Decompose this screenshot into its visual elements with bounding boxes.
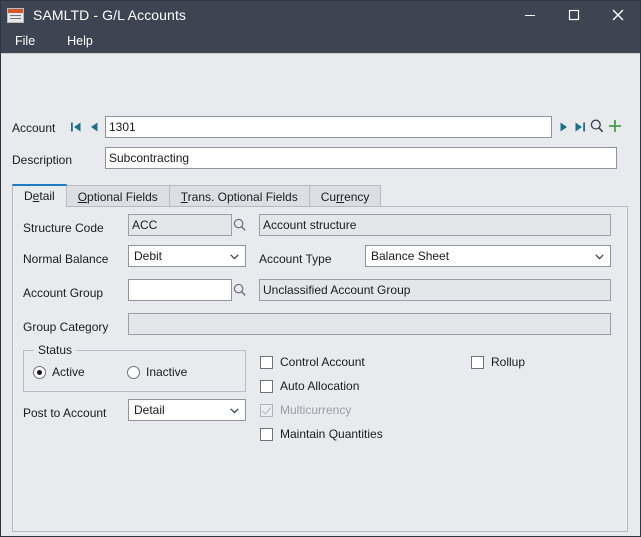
last-record-icon[interactable] xyxy=(573,117,587,137)
post-to-account-dropdown[interactable]: Detail xyxy=(128,399,246,421)
chevron-down-icon xyxy=(230,408,239,414)
normal-balance-label: Normal Balance xyxy=(23,252,109,266)
post-to-account-value: Detail xyxy=(134,403,165,417)
account-group-input[interactable] xyxy=(128,279,232,301)
tab-optional-fields[interactable]: Optional Fields xyxy=(65,185,170,207)
status-radio-inactive-label: Inactive xyxy=(146,365,188,379)
description-label: Description xyxy=(12,153,73,167)
tab-detail-label: Detail xyxy=(24,189,55,203)
checkbox-rollup-label: Rollup xyxy=(491,355,526,369)
tab-currency[interactable]: Currency xyxy=(308,185,382,207)
checkbox-control-account[interactable]: Control Account xyxy=(260,354,365,370)
client-area: Account 1301 Description Subcontracting … xyxy=(1,53,640,536)
normal-balance-value: Debit xyxy=(134,249,163,263)
gl-accounts-window: SAMLTD - G/L Accounts File Help Account … xyxy=(0,0,641,537)
checkbox-box-icon xyxy=(260,379,273,393)
tab-optional-fields-label: Optional Fields xyxy=(77,189,158,204)
first-record-icon[interactable] xyxy=(69,117,83,137)
previous-record-icon[interactable] xyxy=(87,117,101,137)
checkbox-maintain-quantities[interactable]: Maintain Quantities xyxy=(260,426,383,442)
menu-item-file[interactable]: File xyxy=(11,32,45,51)
close-button[interactable] xyxy=(596,1,640,29)
account-label: Account xyxy=(12,121,56,135)
group-category-label: Group Category xyxy=(23,320,109,334)
chevron-down-icon xyxy=(230,254,239,260)
checkbox-auto-allocation-label: Auto Allocation xyxy=(280,379,360,393)
status-radio-active-label: Active xyxy=(52,365,85,379)
window-title: SAMLTD - G/L Accounts xyxy=(33,7,187,23)
title-bar: SAMLTD - G/L Accounts xyxy=(1,1,640,29)
account-input[interactable]: 1301 xyxy=(105,116,552,138)
form-window-icon xyxy=(7,7,24,23)
new-account-plus-icon[interactable] xyxy=(607,118,625,136)
checkbox-box-icon xyxy=(260,403,273,417)
tab-trans-optional-fields-label: Trans. Optional Fields xyxy=(180,189,298,204)
structure-code-input[interactable]: ACC xyxy=(128,214,232,236)
next-record-icon[interactable] xyxy=(557,117,571,137)
radio-dot-icon xyxy=(127,365,140,379)
tab-trans-optional-fields[interactable]: Trans. Optional Fields xyxy=(168,185,310,207)
status-radio-active[interactable]: Active xyxy=(33,364,85,380)
checkbox-multicurrency: Multicurrency xyxy=(260,402,351,418)
normal-balance-dropdown[interactable]: Debit xyxy=(128,245,246,267)
account-type-label: Account Type xyxy=(259,252,332,266)
checkbox-auto-allocation[interactable]: Auto Allocation xyxy=(260,378,359,394)
maximize-button[interactable] xyxy=(552,1,596,29)
window-controls xyxy=(508,1,640,29)
menu-item-help[interactable]: Help xyxy=(63,32,103,51)
radio-dot-icon xyxy=(33,365,46,379)
checkbox-rollup[interactable]: Rollup xyxy=(471,354,525,370)
checkbox-control-account-label: Control Account xyxy=(280,355,365,369)
tab-detail[interactable]: Detail xyxy=(12,184,67,207)
account-type-value: Balance Sheet xyxy=(371,249,450,263)
structure-code-finder-magnifier-icon[interactable] xyxy=(232,217,250,235)
checkbox-multicurrency-label: Multicurrency xyxy=(280,403,352,417)
status-radio-inactive[interactable]: Inactive xyxy=(127,364,187,380)
structure-code-label: Structure Code xyxy=(23,221,104,235)
checkbox-box-icon xyxy=(260,355,273,369)
account-type-dropdown[interactable]: Balance Sheet xyxy=(365,245,611,267)
account-group-finder-magnifier-icon[interactable] xyxy=(232,282,250,300)
menu-bar: File Help xyxy=(1,29,640,53)
tab-currency-label: Currency xyxy=(320,189,370,204)
checkbox-box-icon xyxy=(260,427,273,441)
chevron-down-icon xyxy=(595,254,604,260)
tab-strip: Detail Optional Fields Trans. Optional F… xyxy=(12,184,382,207)
account-group-label: Account Group xyxy=(23,286,104,300)
description-input[interactable]: Subcontracting xyxy=(105,147,617,169)
structure-code-description: Account structure xyxy=(259,214,611,236)
account-group-description: Unclassified Account Group xyxy=(259,279,611,301)
post-to-account-label: Post to Account xyxy=(23,406,107,420)
minimize-button[interactable] xyxy=(508,1,552,29)
status-legend: Status xyxy=(34,343,77,357)
checkbox-maintain-quantities-label: Maintain Quantities xyxy=(280,427,383,441)
group-category-input xyxy=(128,313,611,335)
account-finder-magnifier-icon[interactable] xyxy=(589,118,607,136)
checkbox-box-icon xyxy=(471,355,484,369)
